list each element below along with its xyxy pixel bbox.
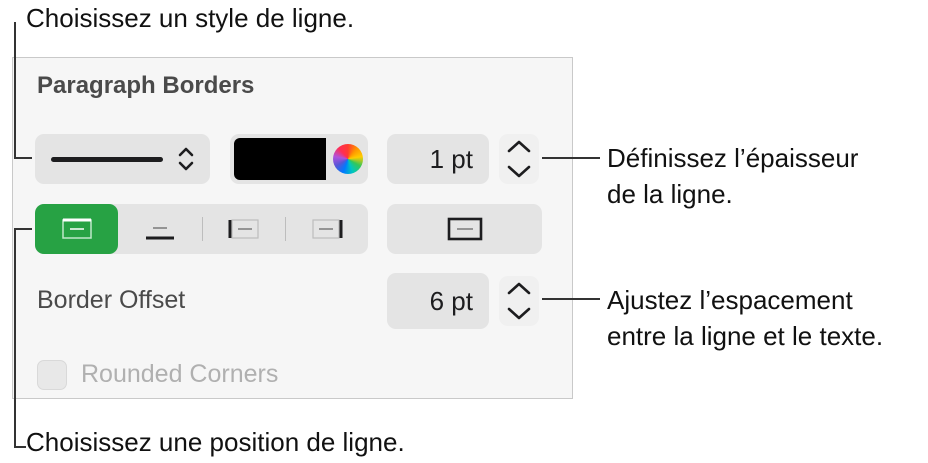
leader-line-style-v (14, 22, 16, 159)
bottom-border-icon (145, 227, 174, 240)
color-swatch[interactable] (234, 138, 326, 180)
right-border-button[interactable] (285, 204, 368, 254)
left-border-button[interactable] (202, 204, 285, 254)
panel-title: Paragraph Borders (37, 72, 255, 99)
border-offset-label: Border Offset (37, 286, 186, 314)
callout-thickness-line2: de la ligne. (607, 179, 733, 209)
callout-position: Choisissez une position de ligne. (26, 427, 405, 457)
leader-position-v (14, 228, 16, 448)
right-border-icon (311, 219, 342, 239)
border-color-well[interactable] (230, 134, 368, 184)
rounded-corners-checkbox[interactable] (37, 360, 67, 390)
left-border-icon (228, 219, 259, 239)
leader-position-h (14, 228, 32, 230)
callout-spacing: Ajustez l’espacement entre la ligne et l… (607, 282, 883, 354)
solid-line-icon (51, 157, 163, 162)
chevron-updown-icon (178, 147, 194, 171)
box-border-button[interactable] (387, 204, 542, 254)
border-position-group (35, 204, 368, 254)
callout-thickness: Définissez l’épaisseur de la ligne. (607, 140, 858, 212)
leader-position-foot (14, 446, 26, 448)
border-offset-stepper[interactable] (498, 275, 540, 327)
box-border-icon (447, 217, 482, 241)
line-style-popup[interactable] (35, 134, 210, 184)
leader-spacing (542, 298, 600, 300)
paragraph-borders-panel: Paragraph Borders 1 pt Border Offset 6 p… (12, 57, 573, 399)
callout-thickness-line1: Définissez l’épaisseur (607, 143, 859, 173)
border-offset-field[interactable]: 6 pt (387, 273, 489, 329)
thickness-stepper[interactable] (498, 133, 540, 185)
color-wheel-icon[interactable] (333, 144, 363, 174)
bottom-border-button[interactable] (118, 204, 201, 254)
rounded-corners-label: Rounded Corners (81, 360, 279, 388)
callout-spacing-line2: entre la ligne et le texte. (607, 321, 884, 351)
thickness-field[interactable]: 1 pt (387, 134, 489, 184)
callout-line-style: Choisissez un style de ligne. (26, 3, 355, 33)
leader-thickness (542, 157, 600, 159)
callout-spacing-line1: Ajustez l’espacement (607, 285, 853, 315)
top-border-icon (61, 218, 92, 239)
top-border-button[interactable] (35, 204, 118, 254)
leader-line-style-h (14, 157, 32, 159)
